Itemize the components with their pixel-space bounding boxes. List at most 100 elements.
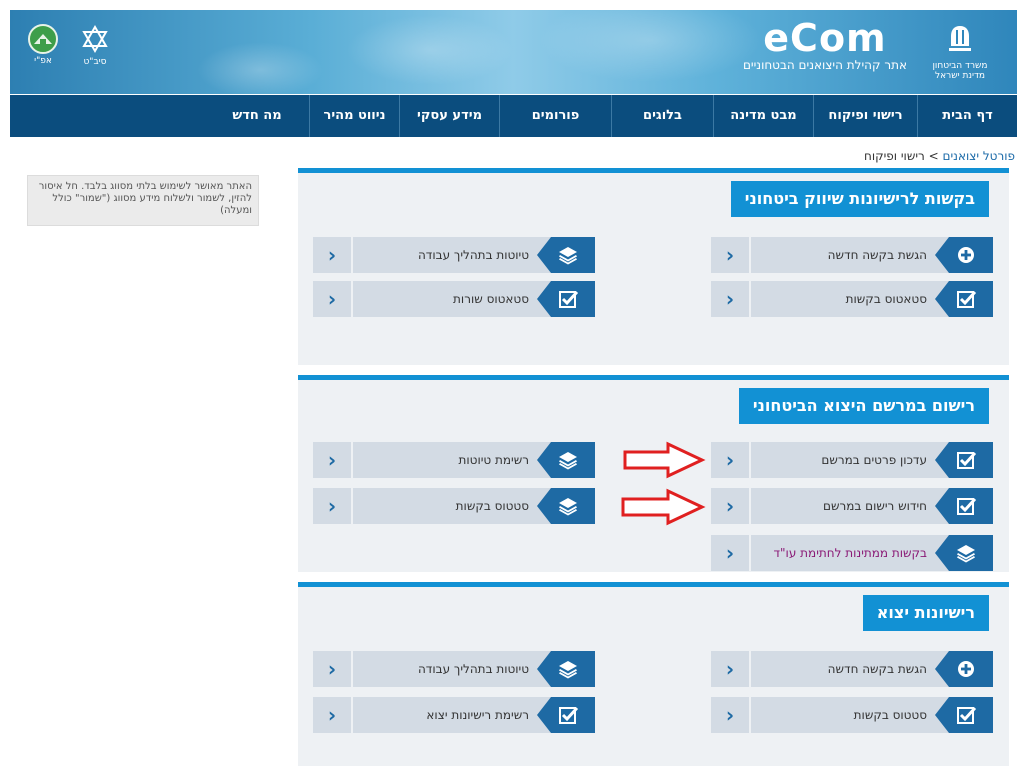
brand-subtitle: אתר קהילת היצואנים הבטחוניים (742, 58, 907, 72)
layers-icon (559, 661, 577, 679)
button-label: הגשת בקשה חדשה (751, 237, 949, 273)
pending-lawyer-signature-button[interactable]: בקשות ממתינות לחתימת עו"ד ‹ (711, 535, 993, 571)
export-request-status-button[interactable]: סטטוס בקשות ‹ (711, 697, 993, 733)
button-label: רשימת רישיונות יצוא (353, 697, 551, 733)
checkbox-icon (559, 290, 579, 308)
button-label: טיוטות בתהליך עבודה (353, 237, 551, 273)
checkbox-icon (957, 451, 977, 469)
chevron-left-icon: ‹ (711, 651, 751, 687)
button-label: סטטוס בקשות (353, 488, 551, 524)
line-status-button[interactable]: סטאטוס שורות ‹ (313, 281, 595, 317)
sibat-link[interactable]: סיב"ט (70, 24, 120, 67)
button-icon-box (537, 651, 595, 687)
checkbox-icon (957, 290, 977, 308)
main-nav: דף הבית רישוי ופיקוח מבט מדינה בלוגים פו… (10, 95, 1017, 137)
chevron-left-icon: ‹ (313, 237, 353, 273)
ministry-line1: משרד הביטחון (932, 61, 988, 71)
chevron-left-icon: ‹ (711, 488, 751, 524)
new-export-request-button[interactable]: הגשת בקשה חדשה ‹ (711, 651, 993, 687)
button-icon-box (935, 535, 993, 571)
drafts-list-button[interactable]: רשימת טיוטות ‹ (313, 442, 595, 478)
chevron-left-icon: ‹ (711, 442, 751, 478)
layers-icon (559, 247, 577, 265)
nav-whats-new[interactable]: מה חדש (205, 95, 309, 137)
breadcrumb-current: רישוי ופיקוח (863, 149, 925, 163)
button-label: הגשת בקשה חדשה (751, 651, 949, 687)
update-registry-details-button[interactable]: עדכון פרטים במרשם ‹ (711, 442, 993, 478)
button-label: סטאטוס בקשות (751, 281, 949, 317)
apei-label: אפ"י (34, 56, 52, 66)
breadcrumb: פורטל יצואנים > רישוי ופיקוח (864, 149, 1015, 163)
checkbox-icon (559, 706, 579, 724)
plus-icon (958, 661, 974, 677)
export-drafts-button[interactable]: טיוטות בתהליך עבודה ‹ (313, 651, 595, 687)
breadcrumb-separator: > (928, 149, 939, 163)
chevron-left-icon: ‹ (711, 535, 751, 571)
button-label: טיוטות בתהליך עבודה (353, 651, 551, 687)
chevron-left-icon: ‹ (313, 697, 353, 733)
button-label: סטאטוס שורות (353, 281, 551, 317)
nav-licensing[interactable]: רישוי ופיקוח (813, 95, 917, 137)
button-icon-box (935, 442, 993, 478)
chevron-left-icon: ‹ (313, 442, 353, 478)
checkbox-icon (957, 497, 977, 515)
chevron-left-icon: ‹ (313, 281, 353, 317)
section-marketing-licenses: בקשות לרישיונות שיווק ביטחוני הגשת בקשה … (298, 168, 1009, 365)
nav-quick-navigation[interactable]: ניווט מהיר (309, 95, 399, 137)
checkbox-icon (957, 706, 977, 724)
request-status-button[interactable]: סטאטוס בקשות ‹ (711, 281, 993, 317)
button-label: עדכון פרטים במרשם (751, 442, 949, 478)
nav-business-info[interactable]: מידע עסקי (399, 95, 499, 137)
sibat-label: סיב"ט (83, 57, 107, 67)
layers-icon (559, 452, 577, 470)
button-label: רשימת טיוטות (353, 442, 551, 478)
button-icon-box (935, 488, 993, 524)
registry-request-status-button[interactable]: סטטוס בקשות ‹ (313, 488, 595, 524)
button-icon-box (935, 237, 993, 273)
classification-notice: האתר מאושר לשימוש בלתי מסווג בלבד. חל אי… (27, 175, 259, 226)
chevron-left-icon: ‹ (313, 488, 353, 524)
button-icon-box (537, 697, 595, 733)
new-request-button[interactable]: הגשת בקשה חדשה ‹ (711, 237, 993, 273)
ministry-logo[interactable]: משרד הביטחון מדינת ישראל (925, 24, 995, 81)
apei-link[interactable]: אפ"י (18, 24, 68, 66)
section-export-licenses: רישיונות יצוא הגשת בקשה חדשה ‹ טיוטות בת… (298, 582, 1009, 766)
button-icon-box (935, 651, 993, 687)
brand-title: eCom (763, 16, 887, 60)
button-label: חידוש רישום במרשם (751, 488, 949, 524)
sibat-logo-icon (82, 25, 108, 53)
site-header: משרד הביטחון מדינת ישראל eCom אתר קהילת … (10, 10, 1017, 94)
nav-country-view[interactable]: מבט מדינה (713, 95, 813, 137)
export-licenses-list-button[interactable]: רשימת רישיונות יצוא ‹ (313, 697, 595, 733)
nav-blogs[interactable]: בלוגים (611, 95, 713, 137)
layers-icon (559, 498, 577, 516)
button-icon-box (537, 237, 595, 273)
chevron-left-icon: ‹ (711, 237, 751, 273)
chevron-left-icon: ‹ (711, 281, 751, 317)
layers-icon (957, 545, 975, 563)
drafts-in-progress-button[interactable]: טיוטות בתהליך עבודה ‹ (313, 237, 595, 273)
button-label: בקשות ממתינות לחתימת עו"ד (751, 535, 949, 571)
ministry-emblem-icon (949, 26, 971, 51)
section-title: בקשות לרישיונות שיווק ביטחוני (730, 181, 989, 217)
annotation-arrow-right-icon (623, 441, 706, 479)
plus-icon (958, 247, 974, 263)
button-icon-box (537, 442, 595, 478)
page: משרד הביטחון מדינת ישראל eCom אתר קהילת … (0, 0, 1029, 766)
ministry-line2: מדינת ישראל (934, 71, 986, 81)
nav-home[interactable]: דף הבית (917, 95, 1017, 137)
button-icon-box (935, 697, 993, 733)
ecom-brand[interactable]: eCom אתר קהילת היצואנים הבטחוניים (743, 18, 907, 72)
button-icon-box (935, 281, 993, 317)
button-icon-box (537, 281, 595, 317)
button-icon-box (537, 488, 595, 524)
button-label: סטטוס בקשות (751, 697, 949, 733)
nav-forums[interactable]: פורומים (499, 95, 611, 137)
chevron-left-icon: ‹ (711, 697, 751, 733)
renew-registration-button[interactable]: חידוש רישום במרשם ‹ (711, 488, 993, 524)
section-title: רישיונות יצוא (862, 595, 989, 631)
chevron-left-icon: ‹ (313, 651, 353, 687)
apei-logo-icon (28, 24, 58, 54)
breadcrumb-root-link[interactable]: פורטל יצואנים (943, 149, 1016, 163)
section-title: רישום במרשם היצוא הביטחוני (738, 388, 989, 424)
